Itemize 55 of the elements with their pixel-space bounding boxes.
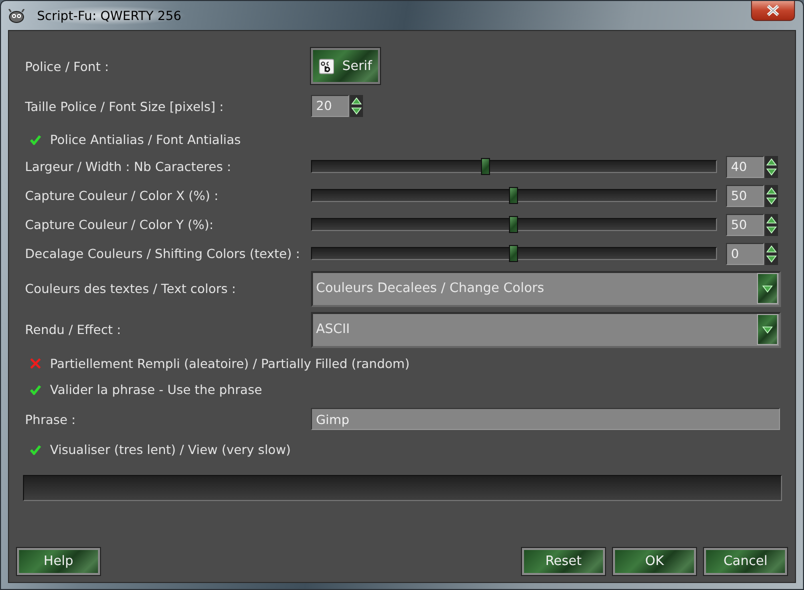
slider-track[interactable] bbox=[311, 189, 717, 202]
check-icon[interactable] bbox=[30, 384, 41, 394]
down-arrow-icon[interactable] bbox=[766, 168, 777, 176]
slider-thumb[interactable] bbox=[509, 216, 518, 233]
field-label: Phrase : bbox=[25, 412, 77, 426]
field-label: Capture Couleur / Color Y (%): bbox=[25, 217, 214, 232]
dropdown-button[interactable] bbox=[757, 314, 778, 345]
number-field[interactable]: 50 bbox=[726, 214, 764, 236]
font-icon bbox=[319, 56, 334, 76]
down-arrow-icon[interactable] bbox=[766, 226, 777, 234]
field-label: Largeur / Width : Nb Caracteres : bbox=[25, 159, 232, 174]
font-button[interactable]: Serif bbox=[311, 48, 380, 84]
up-arrow-icon[interactable] bbox=[766, 186, 777, 194]
app-icon bbox=[8, 8, 25, 22]
number-field[interactable]: 50 bbox=[726, 184, 764, 206]
dropdown[interactable]: Couleurs Decalees / Change Colors bbox=[311, 270, 781, 306]
close-icon bbox=[766, 5, 780, 16]
caret-icon bbox=[762, 284, 773, 292]
close-button[interactable] bbox=[751, 1, 795, 21]
slider-track[interactable] bbox=[311, 160, 717, 173]
dialog-button[interactable]: OK bbox=[613, 548, 696, 575]
field-label: Capture Couleur / Color X (%) : bbox=[25, 188, 220, 203]
field-label: Decalage Couleurs / Shifting Colors (texte) : bbox=[25, 246, 301, 261]
check-icon[interactable] bbox=[30, 134, 41, 144]
up-arrow-icon[interactable] bbox=[766, 156, 777, 166]
slider-thumb[interactable] bbox=[509, 187, 518, 204]
dialog-button[interactable]: Cancel bbox=[704, 548, 787, 575]
checkbox-label: Partiellement Rempli (aleatoire) / Partially Filled (random) bbox=[50, 356, 410, 370]
down-arrow-icon[interactable] bbox=[766, 254, 777, 264]
slider-track[interactable] bbox=[311, 247, 717, 260]
number-field[interactable]: 0 bbox=[726, 242, 764, 264]
checkbox-label: Visualiser (tres lent) / View (very slow) bbox=[50, 442, 291, 456]
checkbox-label: Valider la phrase - Use the phrase bbox=[50, 382, 262, 396]
up-arrow-icon[interactable] bbox=[766, 214, 777, 224]
dropdown-button[interactable] bbox=[757, 273, 778, 304]
up-arrow-icon[interactable] bbox=[766, 244, 777, 252]
field-label: Police / Font : bbox=[25, 58, 110, 74]
down-arrow-icon[interactable] bbox=[351, 107, 362, 116]
checkbox-label: Police Antialias / Font Antialias bbox=[50, 132, 241, 146]
up-arrow-icon[interactable] bbox=[351, 96, 362, 105]
slider-track[interactable] bbox=[311, 218, 717, 231]
help-button[interactable]: Help bbox=[17, 548, 100, 575]
field-label: Couleurs des textes / Text colors : bbox=[25, 281, 237, 296]
field-label: Taille Police / Font Size [pixels] : bbox=[25, 98, 225, 114]
field-label: Rendu / Effect : bbox=[25, 322, 122, 337]
text-field[interactable]: Gimp bbox=[311, 408, 780, 430]
number-field[interactable]: 40 bbox=[726, 156, 764, 178]
down-arrow-icon[interactable] bbox=[766, 196, 777, 206]
caret-icon bbox=[762, 326, 773, 334]
slider-thumb[interactable] bbox=[480, 158, 490, 175]
check-icon[interactable] bbox=[30, 444, 41, 454]
slider-thumb[interactable] bbox=[509, 245, 518, 262]
number-field[interactable]: 20 bbox=[311, 95, 349, 117]
dropdown[interactable]: ASCII bbox=[311, 312, 781, 348]
dialog-button[interactable]: Reset bbox=[522, 548, 605, 575]
